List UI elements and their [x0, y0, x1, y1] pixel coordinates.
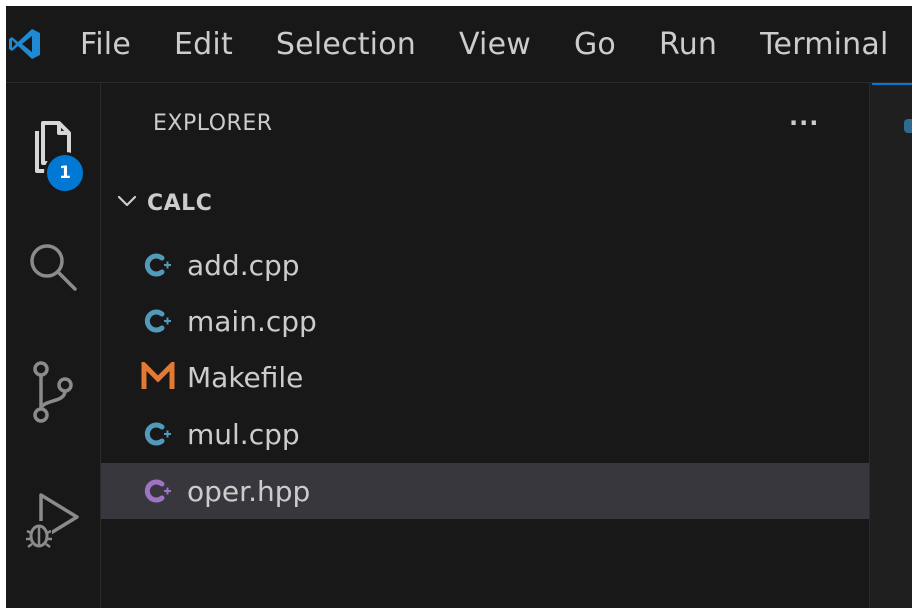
vscode-logo-icon [8, 23, 42, 65]
file-name: Makefile [187, 360, 304, 394]
editor-tab-icon [904, 119, 912, 133]
active-tab-indicator [872, 83, 912, 85]
menu-terminal[interactable]: Terminal [760, 27, 888, 62]
explorer-badge: 1 [44, 152, 86, 194]
makefile-icon [141, 362, 175, 392]
menu-file[interactable]: File [80, 27, 131, 62]
activity-bar: 1 [6, 83, 101, 608]
chevron-down-icon [115, 189, 139, 217]
menu-bar: File Edit Selection View Go Run Terminal [80, 27, 912, 62]
file-name: mul.cpp [187, 417, 300, 451]
file-item-add-cpp[interactable]: add.cpp [101, 237, 869, 293]
file-name: add.cpp [187, 248, 300, 282]
menu-selection[interactable]: Selection [276, 27, 416, 62]
menu-view[interactable]: View [459, 27, 531, 62]
editor-area[interactable] [870, 83, 912, 608]
title-bar: File Edit Selection View Go Run Terminal [6, 6, 912, 83]
cpp-file-icon [141, 419, 175, 449]
vscode-window: File Edit Selection View Go Run Terminal… [6, 6, 912, 608]
file-name: oper.hpp [187, 474, 311, 508]
explorer-sidebar: EXPLORER ··· CALC add.cpp main.cpp Makef… [101, 83, 870, 608]
menu-edit[interactable]: Edit [174, 27, 233, 62]
file-name: main.cpp [187, 304, 317, 338]
menu-go[interactable]: Go [574, 27, 616, 62]
file-item-makefile[interactable]: Makefile [101, 349, 869, 405]
file-item-oper-hpp[interactable]: oper.hpp [101, 463, 869, 519]
run-debug-icon [23, 487, 83, 555]
file-item-mul-cpp[interactable]: mul.cpp [101, 406, 869, 462]
folder-name: CALC [147, 190, 213, 216]
cpp-file-icon [141, 250, 175, 280]
search-icon [25, 239, 81, 299]
more-actions-button[interactable]: ··· [789, 109, 819, 137]
folder-header-calc[interactable]: CALC [115, 189, 212, 217]
sidebar-title: EXPLORER [153, 111, 273, 136]
cpp-file-icon [141, 306, 175, 336]
run-debug-activity-button[interactable] [6, 487, 100, 555]
file-item-main-cpp[interactable]: main.cpp [101, 293, 869, 349]
search-activity-button[interactable] [6, 239, 100, 299]
source-control-icon [29, 359, 77, 429]
source-control-activity-button[interactable] [6, 359, 100, 429]
hpp-file-icon [141, 476, 175, 506]
menu-run[interactable]: Run [659, 27, 717, 62]
